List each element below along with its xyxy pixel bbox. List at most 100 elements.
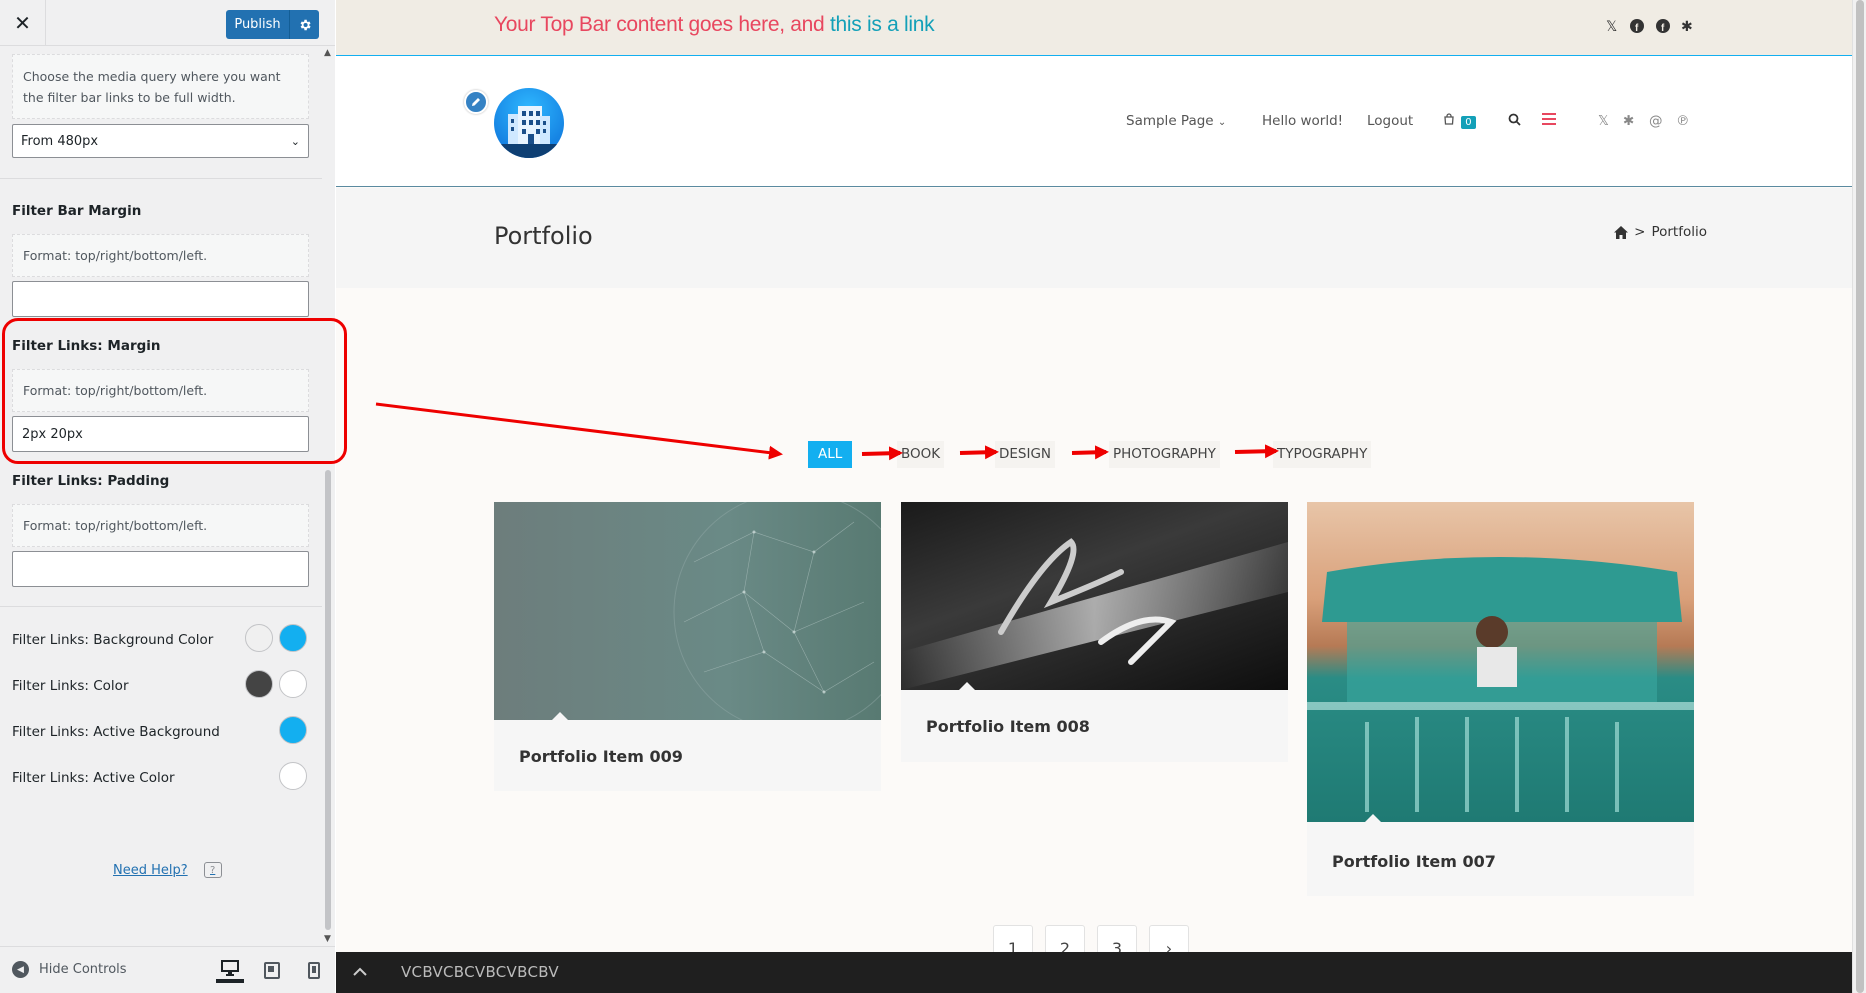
slack-icon[interactable]: ✱ bbox=[1681, 19, 1693, 35]
nav-item-hello-world[interactable]: Hello world! bbox=[1262, 113, 1343, 129]
site-preview: Your Top Bar content goes here, and this… bbox=[336, 0, 1852, 993]
filter-bar-margin-input[interactable] bbox=[12, 281, 309, 317]
hide-controls-label: Hide Controls bbox=[39, 962, 127, 977]
publish-label: Publish bbox=[226, 10, 290, 39]
scroll-up-icon: ▲ bbox=[324, 48, 331, 58]
breadcrumb-current: Portfolio bbox=[1651, 224, 1707, 240]
customizer-footer: ◀ Hide Controls bbox=[0, 946, 335, 993]
portfolio-item-image[interactable] bbox=[1307, 502, 1694, 822]
search-icon[interactable] bbox=[1508, 113, 1521, 130]
main-navigation: Sample Page ⌄ Hello world! Logout 0 𝕏 ✱ … bbox=[336, 113, 1852, 133]
site-header: Sample Page ⌄ Hello world! Logout 0 𝕏 ✱ … bbox=[336, 56, 1852, 187]
color-label: Filter Links: Color bbox=[12, 678, 129, 694]
close-customizer-button[interactable]: ✕ bbox=[0, 0, 46, 46]
hover-color-swatch[interactable] bbox=[279, 670, 307, 698]
filter-link-book[interactable]: BOOK bbox=[897, 441, 945, 468]
tablet-preview-button[interactable] bbox=[258, 957, 286, 983]
divider bbox=[0, 606, 322, 607]
bg-hover-color-swatch[interactable] bbox=[279, 624, 307, 652]
preview-scrollbar[interactable] bbox=[1852, 0, 1866, 993]
scroll-down-icon: ▼ bbox=[324, 934, 331, 944]
active-color-label: Filter Links: Active Color bbox=[12, 770, 175, 786]
media-query-select[interactable]: From 480px ⌄ bbox=[12, 124, 309, 158]
color-swatch[interactable] bbox=[245, 670, 273, 698]
chevron-up-icon[interactable] bbox=[350, 962, 370, 982]
customizer-header: ✕ Publish bbox=[0, 0, 335, 46]
portfolio-item-image[interactable] bbox=[494, 502, 881, 720]
threads-icon[interactable]: @ bbox=[1649, 113, 1663, 129]
publish-settings-gear-icon[interactable] bbox=[290, 18, 319, 32]
card-notch bbox=[959, 682, 975, 690]
publish-button[interactable]: Publish bbox=[226, 10, 319, 39]
portfolio-item-title[interactable]: Portfolio Item 009 bbox=[519, 747, 683, 766]
facebook-icon[interactable]: f bbox=[1630, 19, 1644, 37]
breadcrumb-separator: > bbox=[1634, 224, 1646, 240]
cart-count-badge: 0 bbox=[1461, 116, 1476, 129]
filter-link-typography[interactable]: TYPOGRAPHY bbox=[1273, 441, 1372, 468]
card-notch bbox=[1365, 814, 1381, 822]
nav-item-sample-page[interactable]: Sample Page ⌄ bbox=[1126, 113, 1226, 129]
need-help-link[interactable]: Need Help? ? bbox=[113, 862, 222, 878]
desktop-preview-button[interactable] bbox=[216, 957, 244, 983]
customizer-controls: Choose the media query where you want th… bbox=[0, 46, 335, 946]
top-bar: Your Top Bar content goes here, and this… bbox=[336, 0, 1852, 56]
top-bar-content: Your Top Bar content goes here, and this… bbox=[494, 13, 935, 37]
pinterest-icon[interactable]: ℗ bbox=[1676, 113, 1690, 129]
x-twitter-icon[interactable]: 𝕏 bbox=[1606, 19, 1617, 35]
facebook-icon-2[interactable]: f bbox=[1656, 19, 1670, 37]
nav-item-logout[interactable]: Logout bbox=[1367, 113, 1413, 129]
filter-link-photography[interactable]: PHOTOGRAPHY bbox=[1109, 441, 1220, 468]
filter-links-padding-label: Filter Links: Padding bbox=[12, 473, 170, 489]
annotation-highlight-box bbox=[2, 318, 347, 464]
collapse-icon: ◀ bbox=[12, 961, 29, 978]
x-twitter-icon[interactable]: 𝕏 bbox=[1598, 113, 1609, 129]
home-icon[interactable] bbox=[1614, 225, 1629, 239]
bg-color-swatch[interactable] bbox=[245, 624, 273, 652]
filter-links-padding-description: Format: top/right/bottom/left. bbox=[12, 504, 309, 547]
active-bg-swatch[interactable] bbox=[279, 716, 307, 744]
need-help-label: Need Help? bbox=[113, 862, 188, 878]
edit-shortcut-pencil-icon[interactable] bbox=[464, 90, 488, 114]
divider bbox=[0, 178, 322, 179]
media-query-description: Choose the media query where you want th… bbox=[12, 54, 309, 119]
mobile-icon bbox=[308, 961, 320, 979]
slack-icon[interactable]: ✱ bbox=[1623, 113, 1634, 129]
nav-sample-page-label: Sample Page bbox=[1126, 113, 1214, 129]
sidebar-scrollbar[interactable]: ▲ ▼ bbox=[322, 46, 335, 946]
active-color-swatch[interactable] bbox=[279, 762, 307, 790]
chevron-down-icon: ⌄ bbox=[1217, 117, 1227, 128]
breadcrumb: > Portfolio bbox=[1614, 224, 1707, 240]
card-notch bbox=[552, 712, 568, 720]
media-query-value: From 480px bbox=[21, 133, 99, 149]
chevron-down-icon: ⌄ bbox=[290, 134, 300, 148]
portfolio-item-image[interactable] bbox=[901, 502, 1288, 690]
active-bg-label: Filter Links: Active Background bbox=[12, 724, 220, 740]
filter-link-all[interactable]: ALL bbox=[808, 441, 853, 468]
hamburger-menu-icon[interactable] bbox=[1542, 113, 1556, 129]
bottom-bar-text: VCBVCBCVBCVBCBV bbox=[401, 963, 559, 981]
portfolio-card[interactable]: Portfolio Item 009 bbox=[494, 502, 881, 791]
hide-controls-button[interactable]: ◀ Hide Controls bbox=[12, 961, 127, 978]
filter-links-padding-input[interactable] bbox=[12, 551, 309, 587]
portfolio-card[interactable]: Portfolio Item 007 bbox=[1307, 502, 1694, 896]
filter-link-design[interactable]: DESIGN bbox=[995, 441, 1056, 468]
desktop-icon bbox=[221, 960, 239, 976]
tablet-icon bbox=[264, 961, 280, 979]
page-header: Portfolio > Portfolio bbox=[336, 188, 1852, 288]
scrollbar-thumb[interactable] bbox=[1856, 0, 1864, 993]
cart-icon bbox=[1443, 113, 1459, 129]
filter-bar-margin-description: Format: top/right/bottom/left. bbox=[12, 234, 309, 277]
top-bar-text: Your Top Bar content goes here, and bbox=[494, 13, 830, 36]
bg-color-label: Filter Links: Background Color bbox=[12, 632, 214, 648]
page-title: Portfolio bbox=[494, 222, 593, 250]
mobile-preview-button[interactable] bbox=[300, 957, 328, 983]
nav-cart[interactable]: 0 bbox=[1443, 113, 1476, 129]
help-icon: ? bbox=[203, 862, 222, 878]
portfolio-card[interactable]: Portfolio Item 008 bbox=[901, 502, 1288, 762]
portfolio-item-title[interactable]: Portfolio Item 007 bbox=[1332, 852, 1496, 871]
portfolio-item-title[interactable]: Portfolio Item 008 bbox=[926, 717, 1090, 736]
close-icon: ✕ bbox=[14, 11, 31, 35]
top-bar-link[interactable]: this is a link bbox=[830, 13, 935, 36]
scrollbar-thumb[interactable] bbox=[325, 470, 331, 930]
bottom-bar: VCBVCBCVBCVBCBV bbox=[336, 952, 1852, 993]
